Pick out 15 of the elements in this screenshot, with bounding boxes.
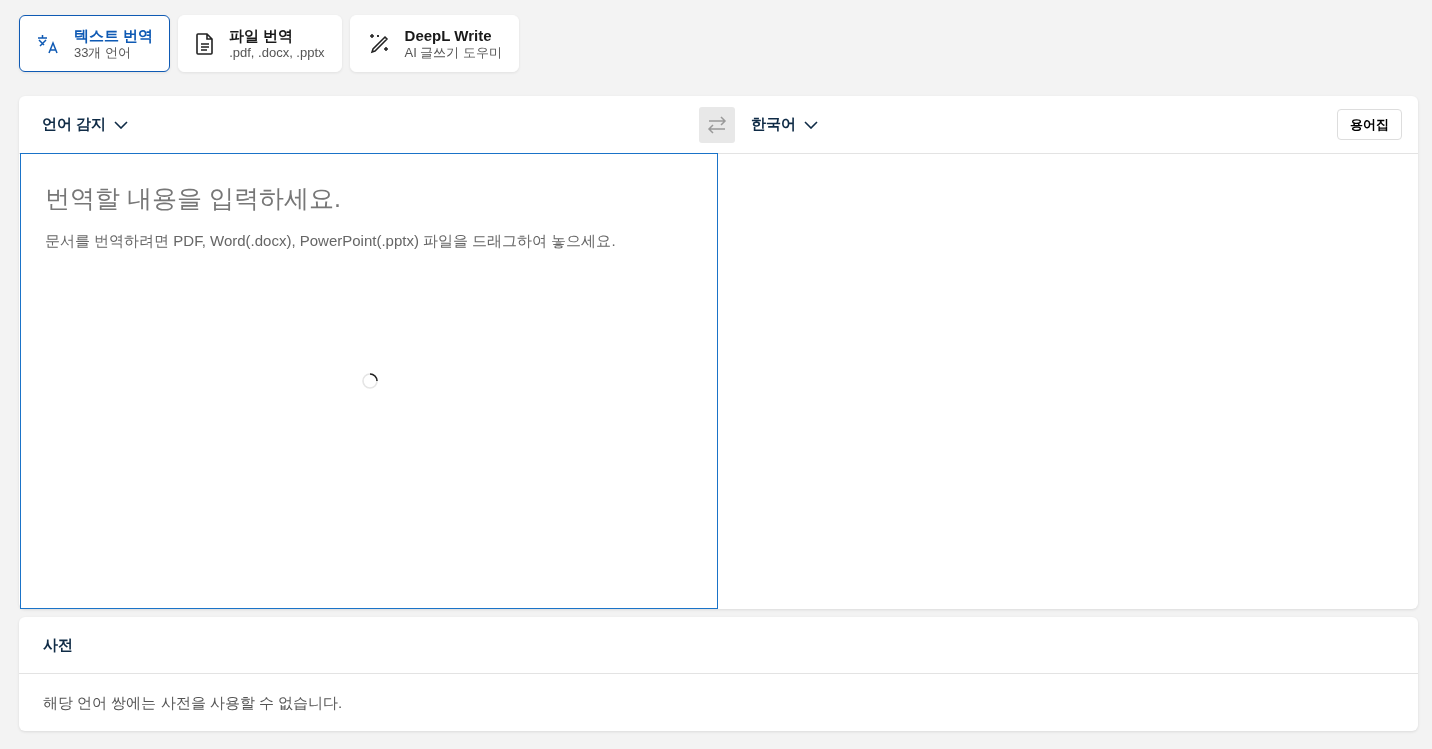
drop-hint-text: 문서를 번역하려면 PDF, Word(.docx), PowerPoint(.pptx) 파일을 드래그하여 놓으세요. [45,230,617,251]
chevron-down-icon [804,120,818,129]
source-text-area[interactable]: 번역할 내용을 입력하세요. 문서를 번역하려면 PDF, Word(.docx), PowerPoint(.pptx) 파일을 드래그하여 놓으세요. [20,153,718,609]
swap-arrows-icon [707,115,727,134]
mode-tab[interactable]: 텍스트 번역 33개 언어 [19,15,171,72]
glossary-button[interactable]: 용어집 [1337,108,1402,141]
chevron-down-icon [114,120,129,129]
mode-tab[interactable]: DeepL Write AI 글쓰기 도우미 [349,15,520,72]
mode-tab[interactable]: 파일 번역 .pdf, .docx, .pptx [178,15,342,72]
source-input-field[interactable]: 번역할 내용을 입력하세요. [45,180,693,218]
target-language-dropdown[interactable]: 한국어 [751,113,818,136]
dictionary-title: 사전 [43,634,73,655]
source-language-dropdown[interactable]: 언어 감지 [42,113,129,136]
dictionary-message: 해당 언어 쌍에는 사전을 사용할 수 없습니다. [42,693,344,713]
document-icon [195,31,216,56]
